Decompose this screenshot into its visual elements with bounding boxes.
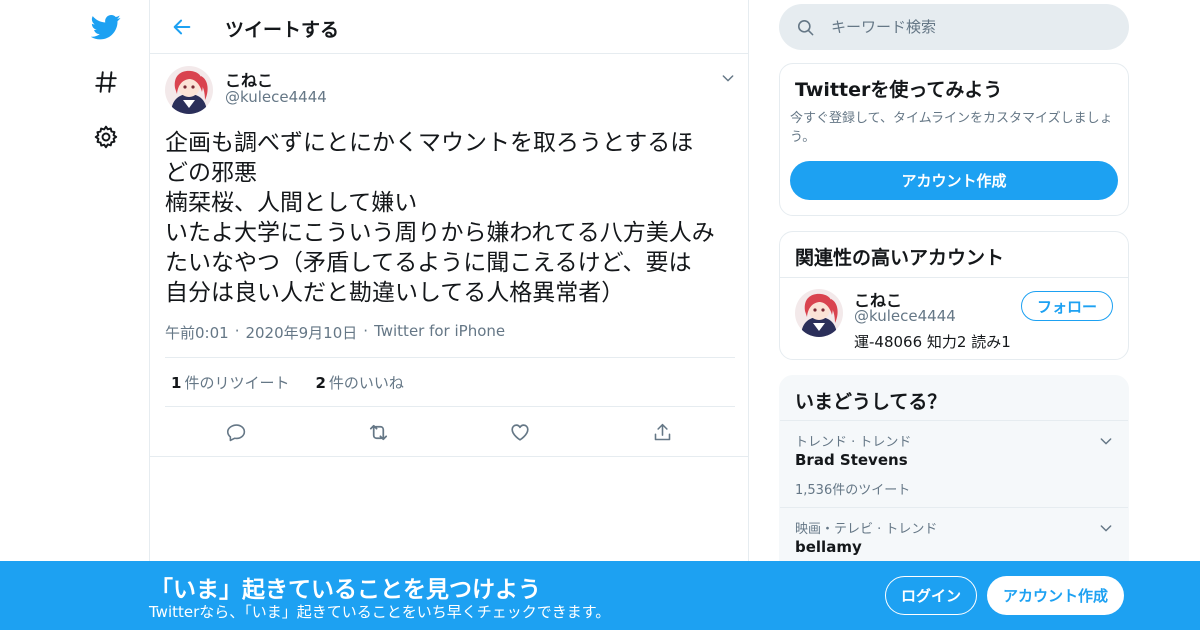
related-accounts-card: 関連性の高いアカウント こねこ @kulece4444 運-48066 知力2 … [779, 231, 1129, 360]
twitter-logo-link[interactable] [84, 5, 128, 49]
banner-create-account-button[interactable]: アカウント作成 [987, 576, 1124, 615]
tweet-date[interactable]: 2020年9月10日 [245, 322, 357, 343]
signup-card-description: 今すぐ登録して、タイムラインをカスタマイズしましょう。 [790, 111, 1113, 145]
related-account-handle[interactable]: @kulece4444 [854, 307, 956, 325]
chevron-down-icon [1100, 438, 1112, 445]
retweet-label: 件のリツイート [184, 373, 290, 392]
search-icon [795, 17, 815, 37]
signup-card-title: Twitterを使ってみよう [795, 79, 1003, 101]
reply-button[interactable] [220, 416, 252, 448]
tweet-stats: 1 件のリツイート 2 件のいいね [165, 357, 735, 407]
heart-icon [511, 424, 529, 441]
retweet-count: 1 [171, 373, 182, 392]
signup-card: Twitterを使ってみよう 今すぐ登録して、タイムラインをカスタマイズしましょ… [779, 63, 1129, 216]
back-arrow-icon [173, 19, 191, 35]
divider [150, 456, 748, 457]
author-avatar[interactable] [165, 66, 213, 114]
like-stat[interactable]: 2 件のいいね [315, 372, 403, 393]
explore-button[interactable] [84, 60, 128, 104]
signup-banner: 「いま」起きていることを見つけよう Twitterなら、「いま」起きていることを… [0, 561, 1200, 630]
like-button[interactable] [504, 416, 536, 448]
share-button[interactable] [646, 416, 678, 448]
trend-context: トレンド · トレンド [795, 435, 912, 450]
trend-item[interactable]: トレンド · トレンド Brad Stevens 1,536件のツイート [780, 420, 1128, 507]
like-count: 2 [315, 373, 326, 392]
trend-menu-button[interactable] [1096, 431, 1116, 451]
tweet-menu-button[interactable] [718, 68, 738, 88]
related-account-bio: 運-48066 知力2 読み1 [854, 333, 1011, 351]
gear-icon [94, 125, 118, 149]
related-account-avatar[interactable] [795, 289, 843, 337]
reply-icon [226, 423, 245, 441]
search-bar [779, 4, 1129, 50]
follow-button[interactable]: フォロー [1021, 291, 1113, 321]
left-nav [80, 0, 132, 630]
tweet-source[interactable]: Twitter for iPhone [374, 322, 505, 343]
trend-name: Brad Stevens [795, 451, 908, 469]
settings-button[interactable] [84, 115, 128, 159]
main-column: ツイートする こねこ @kulece4444 企画も調べずにとにかくマウントを取… [149, 0, 749, 630]
share-icon [654, 423, 670, 440]
header: ツイートする [150, 0, 748, 54]
chevron-down-icon [1100, 525, 1112, 532]
avatar-image [165, 66, 213, 114]
login-button[interactable]: ログイン [885, 576, 977, 615]
back-button[interactable] [166, 11, 198, 43]
page: ツイートする こねこ @kulece4444 企画も調べずにとにかくマウントを取… [0, 0, 1200, 630]
trends-card-title: いまどうしてる？ [795, 391, 947, 413]
create-account-button[interactable]: アカウント作成 [790, 161, 1118, 200]
trend-menu-button[interactable] [1096, 518, 1116, 538]
retweet-stat[interactable]: 1 件のリツイート [171, 372, 289, 393]
banner-subtitle: Twitterなら、「いま」起きていることをいち早くチェックできます。 [149, 603, 611, 621]
meta-separator: · [234, 322, 240, 340]
banner-title: 「いま」起きていることを見つけよう [150, 577, 541, 603]
retweet-button[interactable] [362, 416, 394, 448]
like-label: 件のいいね [328, 373, 404, 392]
author-handle[interactable]: @kulece4444 [225, 88, 327, 106]
trend-name: bellamy [795, 538, 862, 556]
trend-count: 1,536件のツイート [795, 483, 911, 498]
tweet-meta: 午前0:01 · 2020年9月10日 · Twitter for iPhone [165, 322, 505, 343]
hashtag-icon [95, 71, 117, 93]
page-title: ツイートする [225, 19, 340, 41]
meta-separator: · [363, 322, 369, 340]
search-input[interactable] [831, 18, 1111, 36]
twitter-bird-icon [91, 15, 121, 40]
related-card-title: 関連性の高いアカウント [795, 247, 1005, 269]
trend-context: 映画・テレビ · トレンド [795, 522, 938, 537]
tweet-text: 企画も調べずにとにかくマウントを取ろうとするほ どの邪悪 楠栞桜、人間として嫌い… [165, 130, 715, 306]
chevron-down-icon [722, 75, 734, 82]
divider [780, 277, 1128, 278]
avatar-image [795, 289, 843, 337]
tweet-actions [165, 408, 735, 456]
retweet-icon [369, 424, 387, 440]
tweet-time[interactable]: 午前0:01 [165, 322, 229, 343]
